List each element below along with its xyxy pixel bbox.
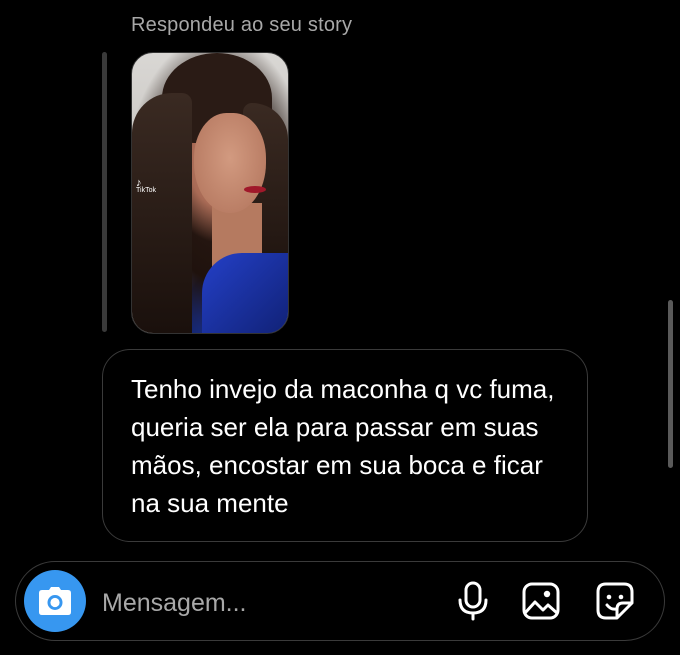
reply-indicator-bar [102, 52, 107, 332]
story-image-content [202, 253, 288, 333]
message-text: Tenho invejo da maconha q vc fuma, queri… [131, 374, 555, 518]
camera-button[interactable] [24, 570, 86, 632]
story-thumbnail[interactable]: ♪ TikTok [131, 52, 289, 334]
image-gallery-icon [522, 582, 560, 620]
scrollbar[interactable] [668, 300, 673, 468]
message-composer [15, 561, 665, 641]
sticker-icon [596, 582, 634, 620]
microphone-icon [458, 581, 488, 621]
story-image-content [132, 93, 192, 333]
tiktok-watermark: ♪ TikTok [136, 177, 156, 195]
camera-icon [39, 587, 71, 615]
message-input[interactable] [102, 586, 432, 620]
gallery-button[interactable] [520, 580, 562, 622]
tiktok-icon: ♪ [136, 177, 142, 189]
tiktok-watermark-label: TikTok [136, 187, 156, 194]
reply-caption: Respondeu ao seu story [131, 14, 353, 36]
message-bubble[interactable]: Tenho invejo da maconha q vc fuma, queri… [102, 349, 588, 542]
story-image-content [244, 186, 266, 193]
sticker-button[interactable] [594, 580, 636, 622]
story-image-content [194, 113, 266, 213]
microphone-button[interactable] [452, 580, 494, 622]
